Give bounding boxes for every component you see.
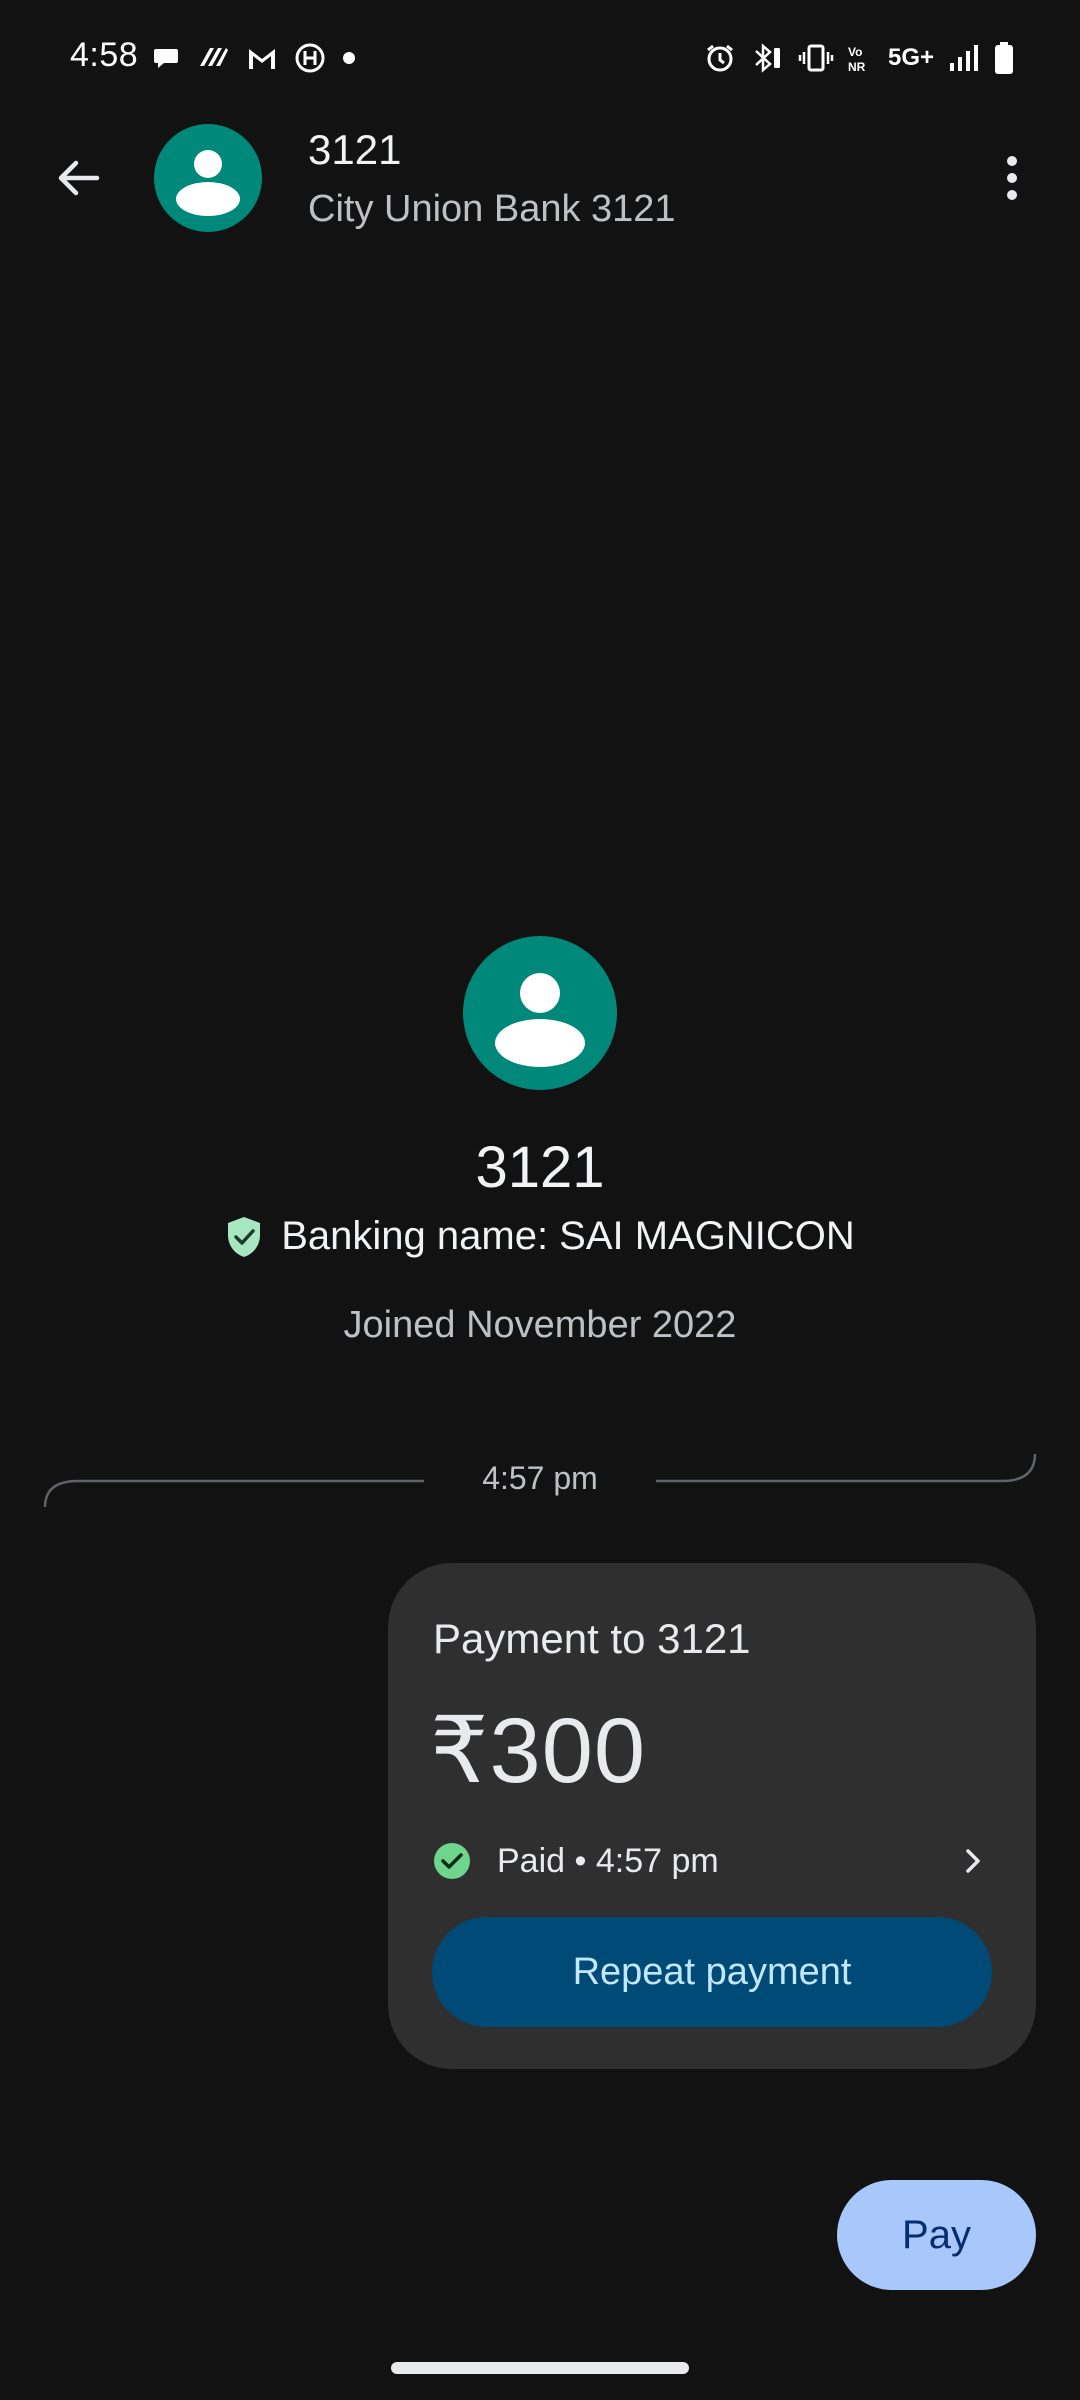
vibrate-icon [798, 43, 834, 73]
profile-name: 3121 [475, 1135, 605, 1200]
chevron-right-icon [953, 1841, 993, 1881]
app-icon [196, 44, 230, 72]
payment-status-row[interactable]: Paid • 4:57 pm [433, 1833, 993, 1889]
chat-icon [152, 44, 180, 72]
person-icon [495, 973, 585, 1067]
network-type-label: 5G+ [887, 44, 934, 71]
gmail-icon [246, 45, 278, 71]
bluetooth-icon [750, 42, 784, 74]
arrow-back-icon [58, 160, 100, 196]
joined-date: Joined November 2022 [343, 1304, 737, 1346]
more-vert-icon [1007, 156, 1017, 200]
system-icons: Vo NR 5G+ [704, 38, 1014, 78]
check-circle-icon [434, 1843, 470, 1879]
signal-icon [948, 43, 980, 73]
payment-title: Payment to 3121 [433, 1615, 751, 1662]
page-title: 3121 [308, 126, 402, 173]
back-button[interactable] [40, 140, 116, 216]
timeline-divider: 4:57 pm [0, 1440, 1080, 1520]
page-subtitle: City Union Bank 3121 [308, 188, 676, 230]
status-time: 4:58 [70, 36, 139, 74]
gesture-nav-handle[interactable] [391, 2362, 689, 2374]
svg-text:NR: NR [848, 60, 866, 73]
verified-shield-icon [225, 1215, 263, 1259]
vonr-icon: Vo NR [848, 43, 874, 73]
timeline-time: 4:57 pm [482, 1460, 598, 1496]
payment-card[interactable]: Payment to 3121 ₹300 Paid • 4:57 pm Repe… [388, 1563, 1036, 2069]
more-options-button[interactable] [972, 138, 1052, 218]
person-icon [176, 150, 240, 216]
alarm-icon [704, 42, 736, 74]
status-bar: 4:58 Vo NR 5G+ [0, 0, 1080, 116]
svg-text:Vo: Vo [848, 45, 862, 59]
banking-name: Banking name: SAI MAGNICON [281, 1214, 855, 1258]
notification-icons [152, 38, 356, 78]
pay-button[interactable]: Pay [837, 2180, 1036, 2290]
avatar[interactable] [154, 124, 262, 232]
payment-amount: ₹300 [430, 1700, 647, 1802]
dot-icon [342, 51, 356, 65]
battery-icon [994, 41, 1014, 75]
profile-avatar [463, 936, 617, 1090]
banking-name-row: Banking name: SAI MAGNICON [0, 1214, 1080, 1259]
repeat-payment-button[interactable]: Repeat payment [432, 1917, 992, 2027]
top-app-bar: 3121 City Union Bank 3121 [0, 116, 1080, 240]
payment-status: Paid • 4:57 pm [497, 1841, 719, 1880]
h-app-icon [294, 42, 326, 74]
